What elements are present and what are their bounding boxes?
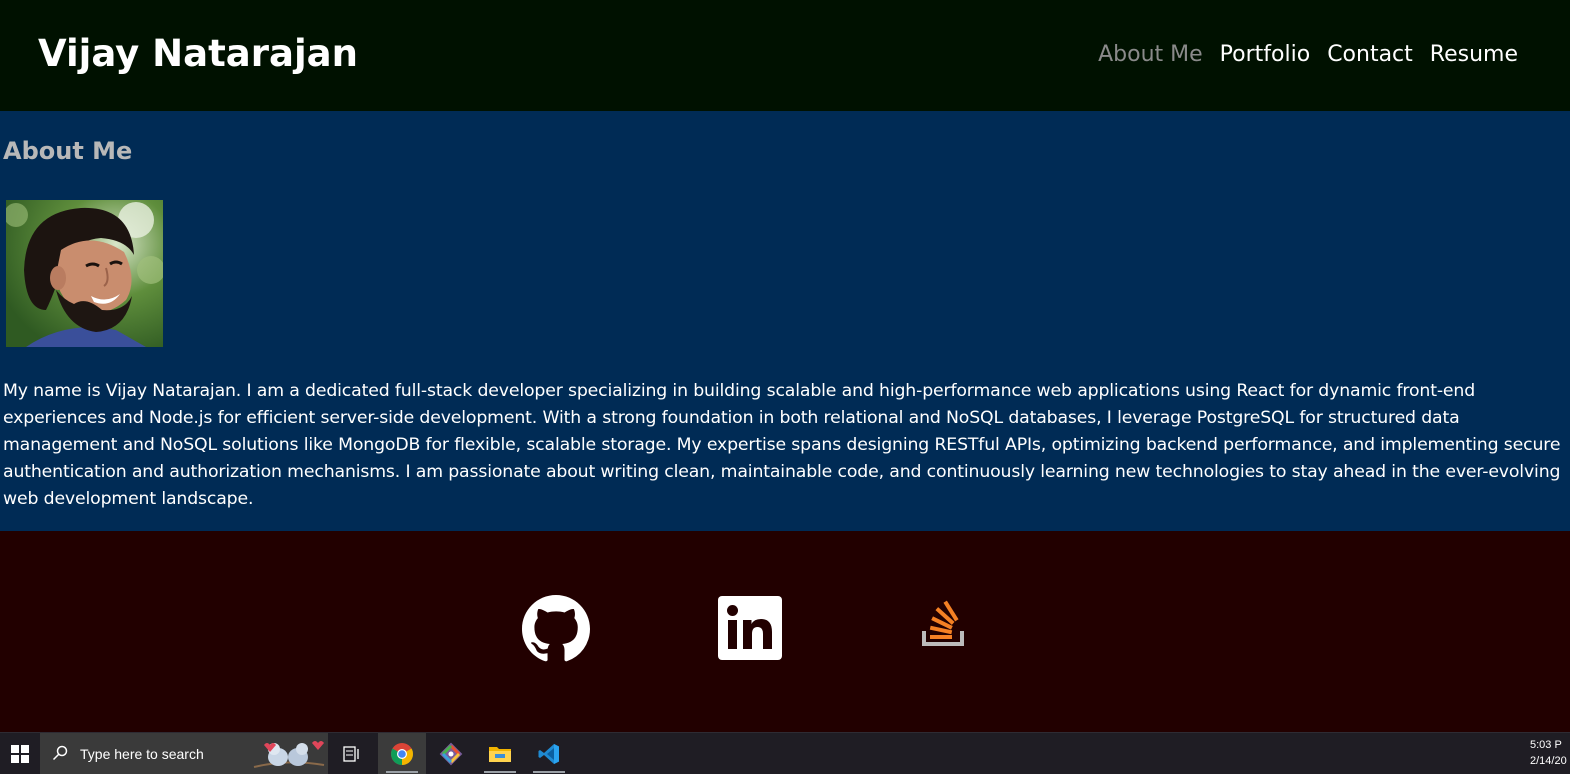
taskbar-git[interactable] xyxy=(427,733,475,774)
os-taskbar: Type here to search 5:03 P 2/14/20 xyxy=(0,732,1570,774)
start-button[interactable] xyxy=(0,733,40,774)
taskbar-search-placeholder: Type here to search xyxy=(80,746,204,762)
github-icon xyxy=(522,595,590,662)
stackoverflow-icon xyxy=(922,600,964,646)
taskbar-search-box[interactable]: Type here to search xyxy=(40,733,328,774)
taskbar-chrome[interactable] xyxy=(378,733,426,774)
main-nav: About Me Portfolio Contact Resume xyxy=(1098,40,1518,70)
taskbar-time: 5:03 P xyxy=(1530,739,1562,751)
profile-photo-image xyxy=(6,200,163,347)
github-link[interactable] xyxy=(522,595,590,663)
taskbar-file-explorer[interactable] xyxy=(476,733,524,774)
nav-resume[interactable]: Resume xyxy=(1430,40,1518,70)
about-section: About Me My name is Vijay Natarajan. I a… xyxy=(0,111,1570,531)
linkedin-link[interactable] xyxy=(717,595,785,663)
git-icon xyxy=(439,742,463,765)
taskbar-vscode[interactable] xyxy=(525,733,573,774)
site-footer xyxy=(0,531,1570,732)
profile-photo xyxy=(6,200,163,347)
nav-contact[interactable]: Contact xyxy=(1327,40,1413,70)
about-heading: About Me xyxy=(3,137,133,165)
chrome-icon xyxy=(391,742,413,765)
task-view-button[interactable] xyxy=(328,733,376,774)
site-brand[interactable]: Vijay Natarajan xyxy=(38,31,358,77)
file-explorer-icon xyxy=(489,746,511,762)
nav-portfolio[interactable]: Portfolio xyxy=(1220,40,1311,70)
taskbar-clock[interactable]: 5:03 P 2/14/20 xyxy=(1530,737,1570,769)
vscode-icon xyxy=(538,743,559,764)
search-highlight-birds-icon xyxy=(253,741,325,768)
linkedin-icon xyxy=(718,596,782,660)
about-bio: My name is Vijay Natarajan. I am a dedic… xyxy=(3,381,1561,509)
stackoverflow-link[interactable] xyxy=(912,595,980,663)
site-header: Vijay Natarajan About Me Portfolio Conta… xyxy=(0,0,1570,111)
task-view-icon xyxy=(343,745,359,762)
taskbar-date: 2/14/20 xyxy=(1530,755,1567,767)
nav-about-me[interactable]: About Me xyxy=(1098,40,1203,70)
windows-icon xyxy=(11,744,29,763)
search-icon xyxy=(52,745,68,761)
